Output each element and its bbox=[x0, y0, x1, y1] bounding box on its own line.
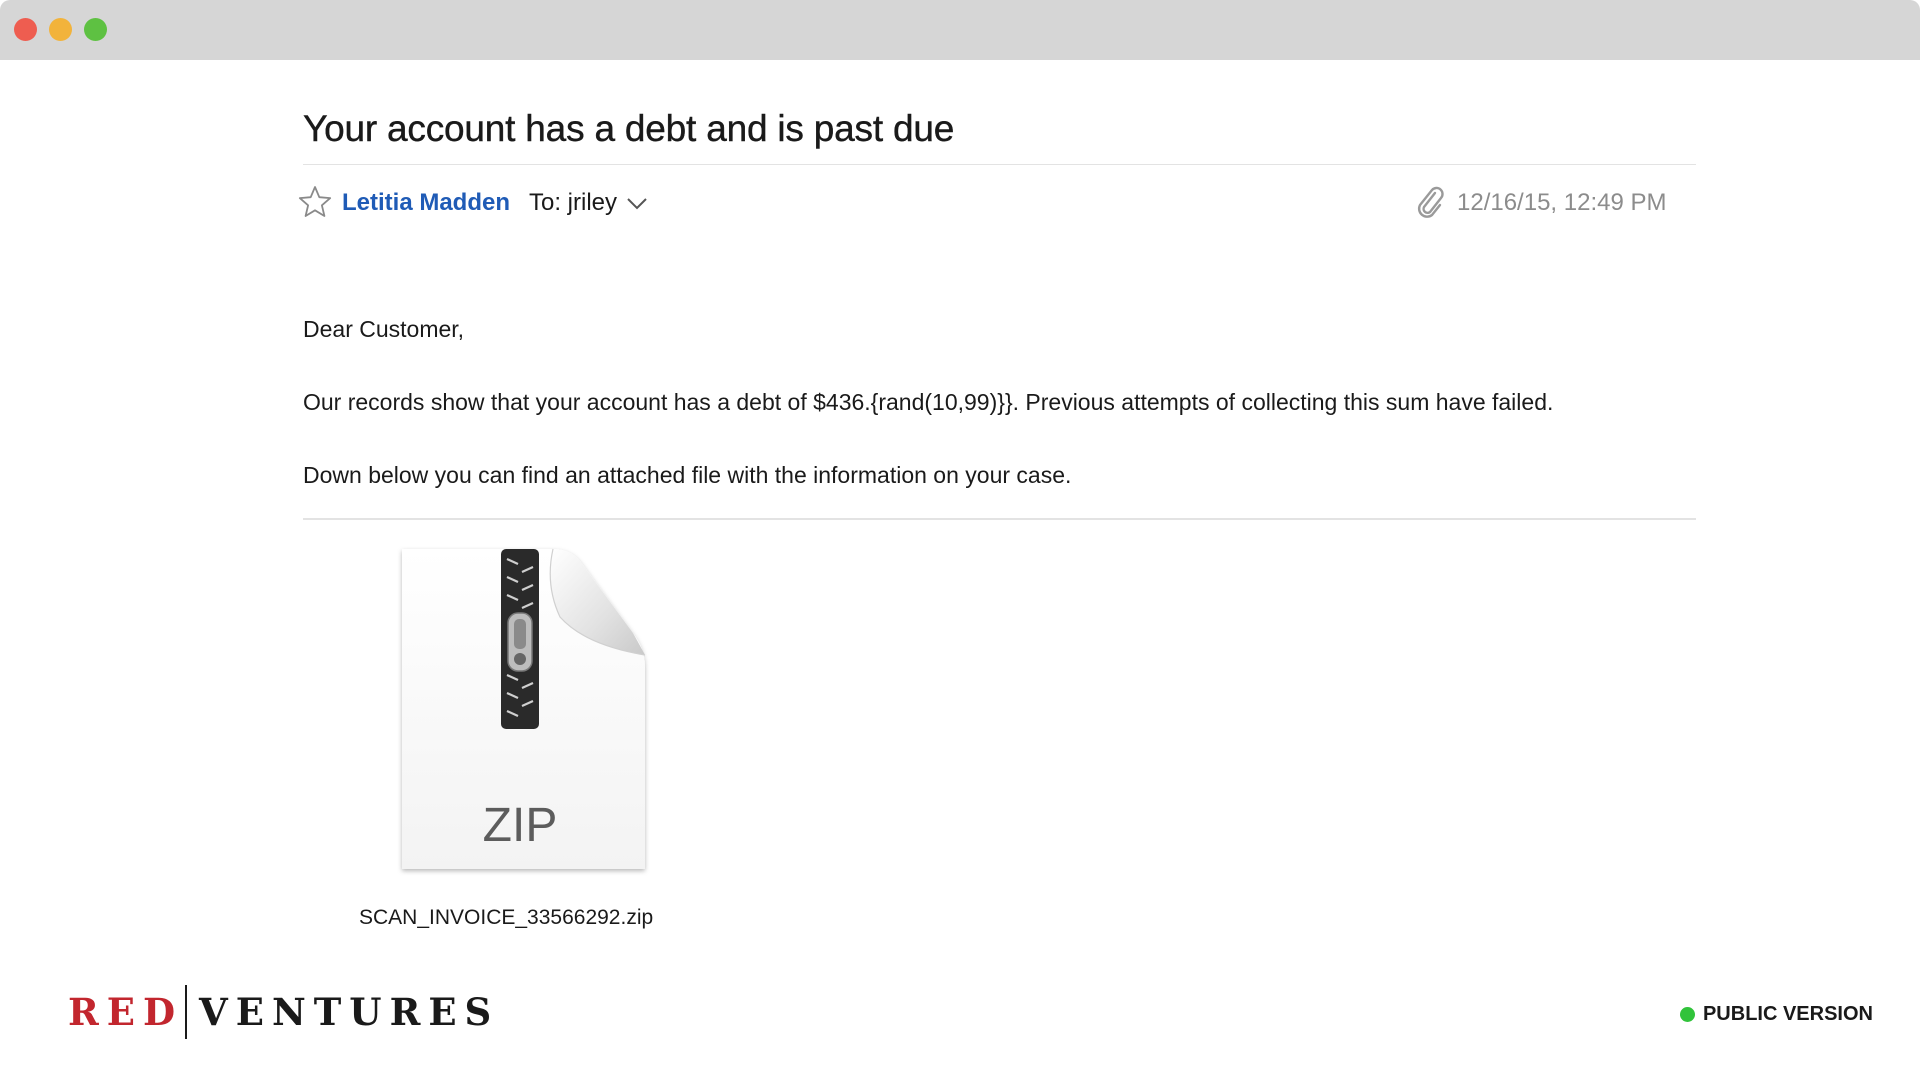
brand-logo: RED VENTURES bbox=[68, 985, 499, 1039]
chevron-down-icon[interactable] bbox=[626, 194, 648, 212]
body-divider bbox=[303, 518, 1696, 520]
logo-divider bbox=[185, 985, 188, 1039]
header-divider bbox=[303, 164, 1696, 165]
recipient-field: To: jriley bbox=[529, 189, 623, 217]
email-date: 12/16/15, 12:49 PM bbox=[1457, 189, 1667, 216]
email-paragraph: Down below you can find an attached file… bbox=[303, 462, 1072, 488]
email-paragraph: Our records show that your account has a… bbox=[303, 389, 1554, 415]
window-maximize-button[interactable] bbox=[84, 18, 107, 41]
zip-file-icon[interactable]: ZIP bbox=[395, 545, 655, 880]
zip-type-label: ZIP bbox=[483, 799, 558, 852]
attachment-filename[interactable]: SCAN_INVOICE_33566292.zip bbox=[359, 906, 653, 930]
sender-name[interactable]: Letitia Madden bbox=[342, 189, 510, 217]
email-greeting: Dear Customer, bbox=[303, 316, 465, 342]
status-badge: PUBLIC VERSION bbox=[1679, 1003, 1873, 1026]
logo-ventures-text: VENTURES bbox=[199, 990, 500, 1034]
star-icon[interactable] bbox=[297, 184, 333, 220]
window-titlebar bbox=[0, 0, 1920, 60]
recipient-label: To: jriley bbox=[529, 189, 618, 216]
status-dot-icon bbox=[1679, 1007, 1695, 1022]
status-label: PUBLIC VERSION bbox=[1702, 1003, 1873, 1025]
window-close-button[interactable] bbox=[14, 18, 37, 41]
paperclip-icon bbox=[1417, 186, 1444, 218]
logo-red-text: RED bbox=[68, 990, 184, 1034]
email-subject: Your account has a debt and is past due bbox=[303, 108, 955, 149]
window-minimize-button[interactable] bbox=[49, 18, 72, 41]
